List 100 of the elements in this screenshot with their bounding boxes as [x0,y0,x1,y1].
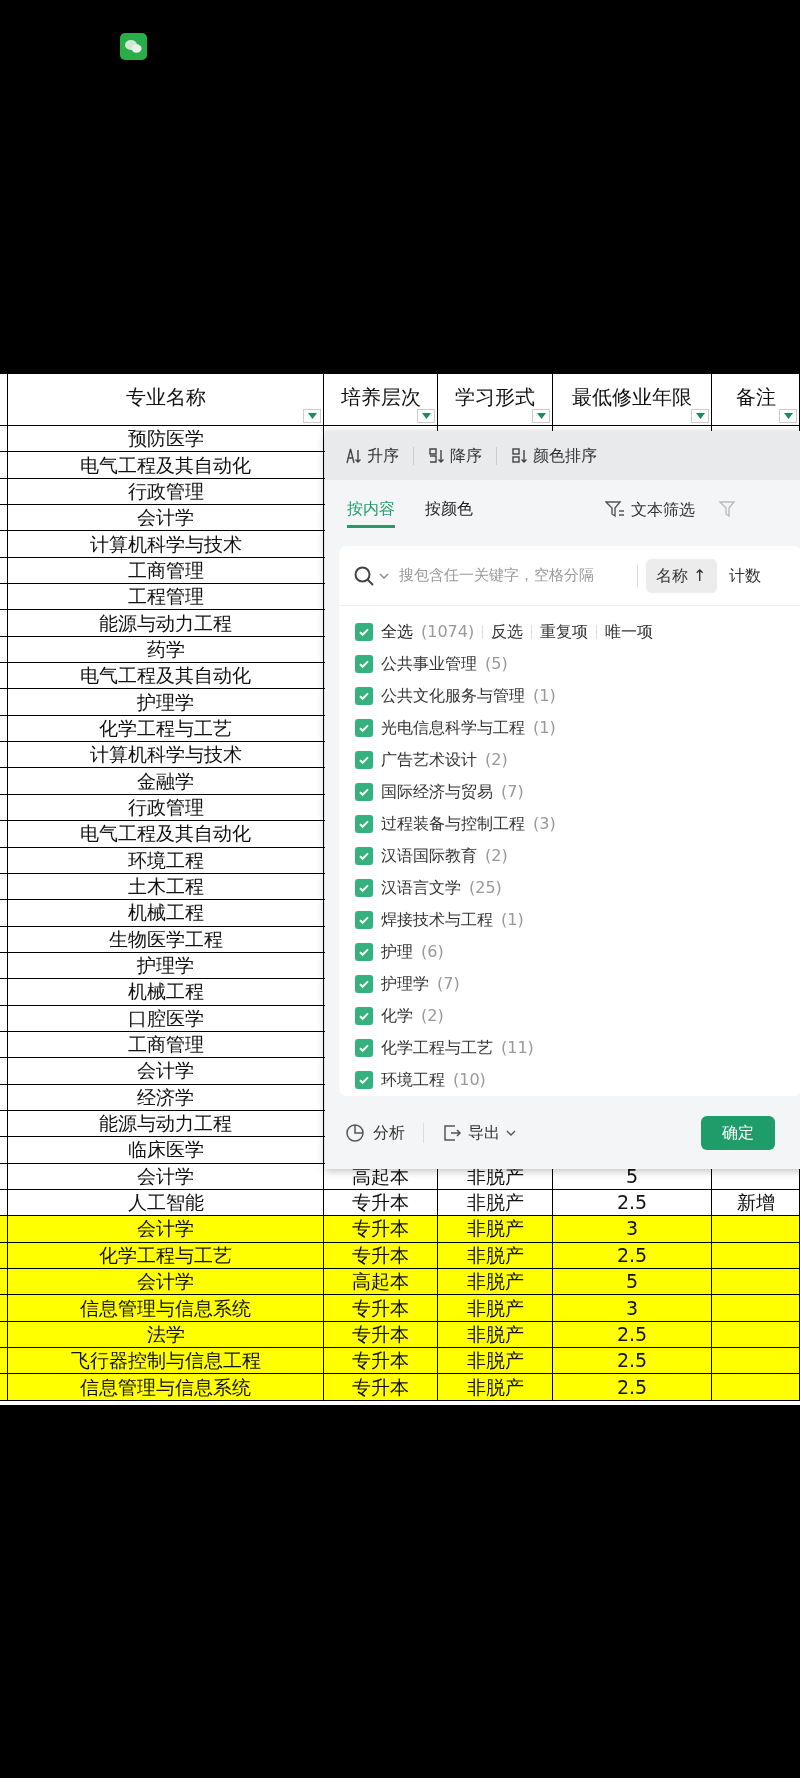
filter-dropdown-button[interactable] [532,409,550,423]
sort-button[interactable]: 降序 [428,443,482,468]
checkbox[interactable] [355,911,373,929]
table-cell: 2.5 [616,1193,648,1213]
quick-filter-link[interactable]: 反选 [491,620,524,644]
table-cell: 高起本 [352,1166,409,1186]
table-cell: 新增 [736,1193,775,1213]
filter-item-label[interactable]: 焊接技术与工程 [381,908,493,932]
table-cell: 工程管理 [127,587,204,607]
table-cell: 2.5 [616,1351,648,1371]
table-cell: 行政管理 [127,798,204,817]
table-cell: 计算机科学与技术 [89,534,242,554]
check-icon [358,626,370,638]
text-filter-button[interactable]: 文本筛选 [605,498,695,522]
checkbox[interactable] [355,1071,373,1089]
check-icon [358,882,370,894]
column-header: 最低修业年限 [553,374,712,425]
checkbox[interactable] [355,655,373,673]
table-cell: 口腔医学 [127,1008,204,1028]
table-cell: 生物医学工程 [108,929,223,949]
table-cell: 专升本 [352,1298,409,1318]
quick-filter-link[interactable]: 唯一项 [605,620,654,644]
checkbox[interactable] [355,1039,373,1057]
checkbox[interactable] [355,783,373,801]
caret-icon [783,413,793,419]
checkbox[interactable] [355,815,373,833]
filter-dropdown-button[interactable] [779,409,797,423]
checkbox[interactable] [355,975,373,993]
table-cell: 会计学 [137,1166,194,1186]
table-cell: 专升本 [352,1219,409,1239]
sort-button[interactable]: 升序 [345,443,399,468]
filter-item-label[interactable]: 国际经济与贸易 [381,780,493,804]
select-all-label[interactable]: 全选 [381,620,413,644]
filter-item-label[interactable]: 过程装备与控制工程 [381,812,525,836]
table-cell: 2.5 [616,1245,648,1265]
table-cell: 行政管理 [127,481,204,501]
table-cell: 非脱产 [466,1324,524,1344]
table-cell: 非脱产 [466,1272,524,1292]
sort-by-count-button[interactable]: 计数 [728,563,761,588]
checkbox[interactable] [355,719,373,737]
table-cell: 会计学 [137,508,194,528]
checkbox[interactable] [355,687,373,705]
item-count: (11) [501,1037,534,1059]
quick-filter-link[interactable]: 重复项 [540,620,589,644]
filter-item-label[interactable]: 广告艺术设计 [381,748,477,772]
chat-app-icon[interactable] [120,33,147,60]
table-cell: 非脱产 [466,1245,524,1265]
table-cell: 环境工程 [127,850,204,870]
filter-item-label[interactable]: 光电信息科学与工程 [381,716,525,740]
filter-item-label[interactable]: 护理学 [381,972,429,996]
table-cell: 高起本 [352,1272,409,1292]
item-count: (7) [437,973,460,995]
checkbox[interactable] [355,751,373,769]
filter-item-label[interactable]: 公共文化服务与管理 [381,684,525,708]
table-cell: 电气工程及其自动化 [80,455,251,475]
check-icon [358,658,370,670]
caret-icon [536,413,546,419]
filter-item-label[interactable]: 化学工程与工艺 [381,1036,493,1060]
caret-icon[interactable] [379,571,389,580]
filter-item-label[interactable]: 汉语国际教育 [381,844,477,868]
filter-item-label[interactable]: 汉语言文学 [381,876,461,900]
filter-dropdown-button[interactable] [691,409,709,423]
item-count: (1074) [421,621,475,643]
filter-tab[interactable]: 按颜色 [425,492,473,528]
filter-item-label[interactable]: 公共事业管理 [381,652,477,676]
item-count: (3) [533,813,556,835]
table-cell: 化学工程与工艺 [99,1245,232,1265]
caret-icon [307,413,317,419]
item-count: (10) [453,1069,486,1091]
filter-dropdown-button[interactable] [303,409,321,423]
table-cell: 非脱产 [466,1193,524,1213]
filter-item-label[interactable]: 环境工程 [381,1068,445,1092]
checkbox[interactable] [355,623,373,641]
export-button[interactable]: 导出 [442,1120,516,1145]
export-icon [442,1122,462,1143]
analyze-button[interactable]: 分析 [345,1120,405,1145]
table-cell: 预防医学 [127,429,204,449]
sort-by-name-button[interactable]: 名称 ↑ [646,558,717,593]
checkbox[interactable] [355,1007,373,1025]
column-header: 专业名称 [8,374,324,425]
check-icon [358,722,370,734]
column-header: 培养层次 [324,374,438,425]
checkbox[interactable] [355,879,373,897]
filter-item-label[interactable]: 护理 [381,940,413,964]
sort-button[interactable]: 颜色排序 [511,443,597,468]
table-cell: 工商管理 [127,560,204,580]
search-field[interactable]: 搜包含任一关键字，空格分隔 [399,564,629,587]
checkbox[interactable] [355,943,373,961]
filter-item-label[interactable]: 化学 [381,1004,413,1028]
table-cell: 工商管理 [127,1035,204,1055]
table-cell: 5 [625,1272,639,1292]
table-cell: 电气工程及其自动化 [80,824,251,844]
item-count: (2) [485,845,508,867]
filter-dropdown-button[interactable] [417,409,435,423]
caret-icon [506,1128,516,1137]
table-cell: 非脱产 [466,1219,524,1239]
table-cell: 会计学 [137,1061,194,1081]
table-cell: 机械工程 [127,982,204,1002]
table-cell: 护理学 [137,956,194,976]
checkbox[interactable] [355,847,373,865]
